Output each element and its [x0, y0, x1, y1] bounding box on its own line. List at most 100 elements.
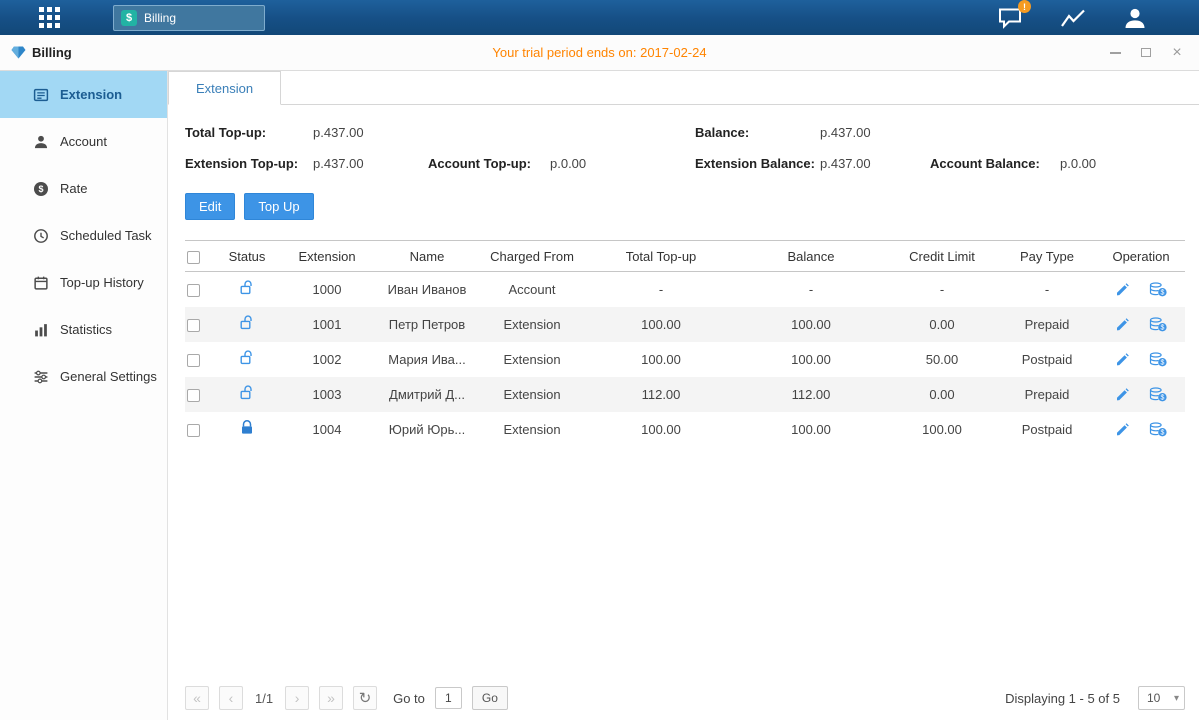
app-grid-icon[interactable] [38, 6, 61, 29]
sidebar-item-label: General Settings [60, 369, 157, 384]
cell-balance: 100.00 [735, 342, 887, 377]
app-window: $ Billing ! [0, 0, 1199, 720]
topup-icon[interactable]: $ [1149, 282, 1167, 297]
cell-name: Мария Ива... [377, 342, 477, 377]
cell-name: Юрий Юрь... [377, 412, 477, 447]
cell-balance: 100.00 [735, 307, 887, 342]
cell-extension: 1001 [277, 307, 377, 342]
account-icon [33, 134, 49, 150]
tab-extension[interactable]: Extension [168, 71, 281, 105]
notification-badge: ! [1018, 0, 1031, 13]
col-name: Name [377, 241, 477, 272]
sidebar-item-statistics[interactable]: Statistics [0, 306, 167, 353]
topup-icon[interactable]: $ [1149, 352, 1167, 367]
edit-icon[interactable] [1115, 282, 1130, 297]
cell-pay-type: Postpaid [997, 412, 1097, 447]
unlock-icon[interactable] [240, 385, 254, 400]
trial-notice: Your trial period ends on: 2017-02-24 [492, 45, 706, 60]
sidebar-item-label: Account [60, 134, 107, 149]
displaying-text: Displaying 1 - 5 of 5 [1005, 691, 1120, 706]
sidebar-item-rate[interactable]: $ Rate [0, 165, 167, 212]
window-controls: × [1107, 45, 1185, 61]
extension-icon [33, 87, 49, 103]
topup-icon[interactable]: $ [1149, 387, 1167, 402]
table-row[interactable]: 1002 Мария Ива... Extension 100.00 100.0… [185, 342, 1185, 377]
cell-pay-type: Prepaid [997, 377, 1097, 412]
close-icon[interactable]: × [1169, 45, 1185, 61]
page-size-select[interactable]: 10 ▾ [1138, 686, 1185, 710]
cell-credit-limit: 50.00 [887, 342, 997, 377]
row-checkbox[interactable] [187, 354, 200, 367]
tabbar: Extension [168, 71, 1199, 105]
top-up-button[interactable]: Top Up [244, 193, 313, 220]
edit-icon[interactable] [1115, 422, 1130, 437]
table-header-row: Status Extension Name Charged From Total… [185, 241, 1185, 272]
sidebar-item-extension[interactable]: Extension [0, 71, 167, 118]
cell-credit-limit: 100.00 [887, 412, 997, 447]
account-topup-value: p.0.00 [550, 156, 695, 171]
prev-page-button[interactable]: ‹ [219, 686, 243, 710]
unlock-icon[interactable] [240, 280, 254, 295]
edit-icon[interactable] [1115, 317, 1130, 332]
page-title: Billing [32, 45, 72, 60]
notifications-icon[interactable]: ! [997, 6, 1024, 29]
cell-total-topup: - [587, 272, 735, 307]
topbar-tab-billing[interactable]: $ Billing [113, 5, 265, 31]
sidebar-item-general-settings[interactable]: General Settings [0, 353, 167, 400]
balance-label: Balance: [695, 125, 820, 140]
table-row[interactable]: 1003 Дмитрий Д... Extension 112.00 112.0… [185, 377, 1185, 412]
lock-icon[interactable] [240, 420, 254, 435]
extension-balance-label: Extension Balance: [695, 156, 820, 171]
svg-text:$: $ [1161, 290, 1165, 297]
sidebar-item-label: Statistics [60, 322, 112, 337]
unlock-icon[interactable] [240, 350, 254, 365]
main-area: Extension Account $ Rate Scheduled Task [0, 71, 1199, 720]
edit-button[interactable]: Edit [185, 193, 235, 220]
topup-icon[interactable]: $ [1149, 422, 1167, 437]
row-checkbox[interactable] [187, 424, 200, 437]
resource-monitor-icon[interactable] [1060, 7, 1087, 29]
next-page-button[interactable]: › [285, 686, 309, 710]
goto-label: Go to [393, 691, 425, 706]
user-account-icon[interactable] [1123, 7, 1147, 29]
sidebar-item-label: Top-up History [60, 275, 144, 290]
cell-charged-from: Extension [477, 307, 587, 342]
sidebar-item-scheduled-task[interactable]: Scheduled Task [0, 212, 167, 259]
go-button[interactable]: Go [472, 686, 508, 710]
sidebar-item-label: Rate [60, 181, 87, 196]
svg-text:$: $ [1161, 325, 1165, 332]
topup-icon[interactable]: $ [1149, 317, 1167, 332]
goto-page-input[interactable] [435, 687, 462, 709]
sidebar-item-label: Extension [60, 87, 122, 102]
table-row[interactable]: 1001 Петр Петров Extension 100.00 100.00… [185, 307, 1185, 342]
cell-name: Иван Иванов [377, 272, 477, 307]
row-checkbox[interactable] [187, 319, 200, 332]
col-pay-type: Pay Type [997, 241, 1097, 272]
refresh-button[interactable]: ↻ [353, 686, 377, 710]
summary-row-1: Total Top-up: p.437.00 Balance: p.437.00 [185, 117, 1185, 148]
table-row[interactable]: 1004 Юрий Юрь... Extension 100.00 100.00… [185, 412, 1185, 447]
cell-total-topup: 100.00 [587, 412, 735, 447]
balance-value: p.437.00 [820, 125, 930, 140]
topbar-tab-label: Billing [144, 11, 176, 25]
last-page-button[interactable]: » [319, 686, 343, 710]
cell-extension: 1004 [277, 412, 377, 447]
first-page-button[interactable]: « [185, 686, 209, 710]
total-topup-value: p.437.00 [313, 125, 428, 140]
tab-label: Extension [196, 81, 253, 96]
svg-text:$: $ [1161, 360, 1165, 367]
sidebar-item-topup-history[interactable]: Top-up History [0, 259, 167, 306]
edit-icon[interactable] [1115, 352, 1130, 367]
maximize-icon[interactable] [1138, 45, 1154, 61]
unlock-icon[interactable] [240, 315, 254, 330]
col-extension: Extension [277, 241, 377, 272]
scheduled-task-icon [33, 228, 49, 244]
row-checkbox[interactable] [187, 284, 200, 297]
minimize-icon[interactable] [1107, 45, 1123, 61]
row-checkbox[interactable] [187, 389, 200, 402]
col-credit-limit: Credit Limit [887, 241, 997, 272]
select-all-checkbox[interactable] [187, 251, 200, 264]
sidebar-item-account[interactable]: Account [0, 118, 167, 165]
table-row[interactable]: 1000 Иван Иванов Account - - - - $ [185, 272, 1185, 307]
edit-icon[interactable] [1115, 387, 1130, 402]
